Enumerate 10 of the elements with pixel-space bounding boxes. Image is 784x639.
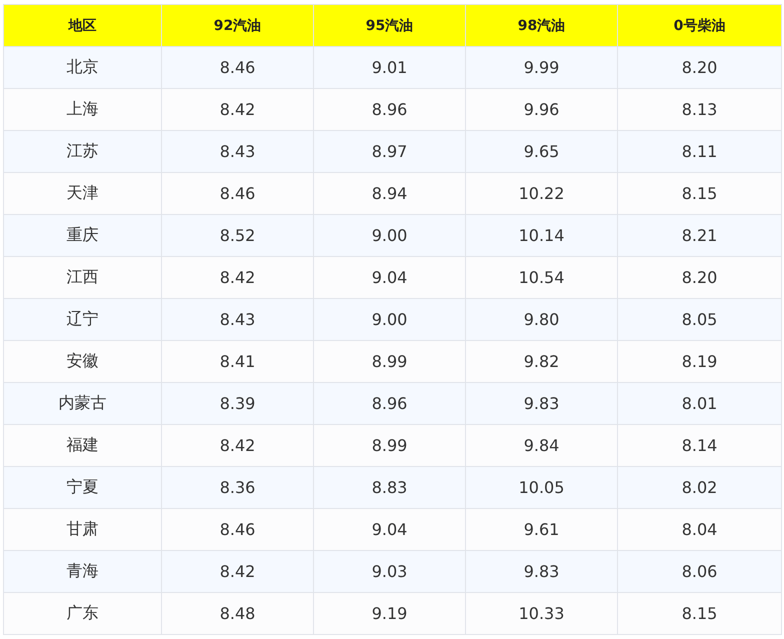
column-header: 0号柴油 (618, 4, 782, 46)
table-cell: 广东 (4, 592, 162, 634)
column-header: 92汽油 (162, 4, 314, 46)
table-cell: 8.15 (618, 592, 782, 634)
column-header: 98汽油 (466, 4, 618, 46)
table-cell: 8.48 (162, 592, 314, 634)
table-cell: 10.33 (466, 592, 618, 634)
column-header: 95汽油 (314, 4, 466, 46)
column-header: 地区 (4, 4, 162, 46)
table-cell: 9.19 (314, 592, 466, 634)
